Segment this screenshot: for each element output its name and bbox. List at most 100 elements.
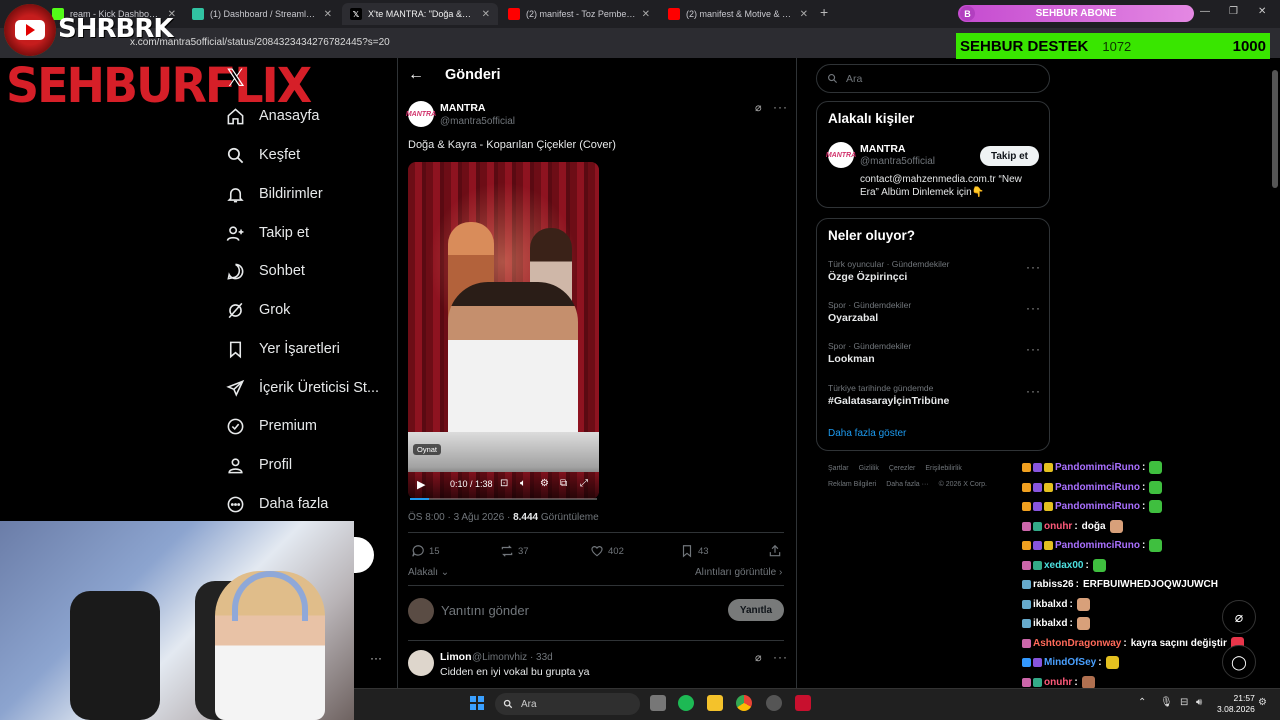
streaming-app-icon[interactable] bbox=[795, 695, 811, 711]
trend-name[interactable]: Lookman bbox=[828, 353, 875, 365]
fullscreen-icon[interactable]: ⤢ bbox=[580, 478, 588, 489]
video-time: 0:10 / 1:38 bbox=[450, 479, 493, 489]
avatar[interactable] bbox=[408, 650, 434, 676]
browser-tab-streamlabs[interactable]: (1) Dashboard / Streamlabs ✕ bbox=[184, 3, 340, 25]
reply-submit-button[interactable]: Yanıtla bbox=[728, 599, 784, 621]
settings-icon[interactable]: ⚙︎ bbox=[540, 478, 549, 489]
more-options-icon[interactable]: ··· bbox=[1026, 342, 1041, 356]
person-bio: contact@mahzenmedia.com.tr “New Era” Alb… bbox=[860, 174, 1022, 198]
nav-item-premium[interactable]: Premium bbox=[226, 412, 317, 440]
nav-item-explore[interactable]: Keşfet bbox=[226, 141, 300, 169]
browser-tab-x-post[interactable]: 𝕏 X'te MANTRA: "Doğa &amp; Ka ✕ bbox=[342, 3, 498, 25]
nav-item-follow[interactable]: Takip et bbox=[226, 219, 309, 247]
show-more-link[interactable]: Daha fazla göster bbox=[828, 428, 906, 439]
grok-icon[interactable]: ⌀ bbox=[1222, 600, 1256, 634]
microphone-icon[interactable]: 🎙︎ bbox=[1160, 697, 1173, 708]
person-name[interactable]: MANTRA bbox=[860, 143, 906, 155]
nav-label: Grok bbox=[259, 302, 291, 318]
sort-dropdown[interactable]: Alakalı ⌄ bbox=[408, 567, 449, 578]
file-explorer-icon[interactable] bbox=[707, 695, 723, 711]
chat-username: PandomimciRuno bbox=[1055, 481, 1141, 493]
nav-item-notifications[interactable]: Bildirimler bbox=[226, 180, 323, 208]
more-options-icon[interactable]: ··· bbox=[1026, 301, 1041, 315]
comment-author-name[interactable]: Limon bbox=[440, 651, 472, 663]
close-icon[interactable]: ✕ bbox=[482, 9, 490, 20]
grok-icon bbox=[228, 302, 243, 318]
trend-name[interactable]: #GalatasarayİçinTribüne bbox=[828, 395, 949, 407]
volume-icon[interactable]: 🔊︎ bbox=[1196, 697, 1202, 708]
trend-name[interactable]: Özge Özpirinçci bbox=[828, 271, 907, 283]
nav-item-chat[interactable]: Sohbet bbox=[226, 257, 305, 285]
webcam-frame bbox=[80, 576, 180, 720]
more-options-icon[interactable]: ··· bbox=[773, 100, 788, 114]
chevron-up-icon[interactable]: ⌃ bbox=[1138, 697, 1146, 708]
close-icon[interactable]: ✕ bbox=[642, 9, 650, 20]
footer-link[interactable]: Gizlilik bbox=[859, 465, 879, 472]
view-quotes-link[interactable]: Alıntıları görüntüle › bbox=[695, 567, 782, 578]
follow-button[interactable]: Takip et bbox=[980, 146, 1039, 166]
person-handle[interactable]: @mantra5official bbox=[860, 156, 935, 167]
nav-item-more[interactable]: Daha fazla bbox=[226, 490, 328, 518]
trend-name[interactable]: Oyarzabal bbox=[828, 312, 878, 324]
windows-start-icon[interactable] bbox=[470, 696, 484, 710]
post-author-name[interactable]: MANTRA bbox=[440, 102, 486, 114]
video-progress-bar[interactable] bbox=[410, 498, 597, 500]
chrome-icon[interactable] bbox=[736, 695, 752, 711]
post-button[interactable] bbox=[354, 537, 374, 573]
tab-title: (2) manifest - Toz Pembe | Rolle bbox=[526, 9, 636, 19]
task-view-icon[interactable] bbox=[650, 695, 666, 711]
grok-icon[interactable]: ⌀ bbox=[755, 651, 762, 664]
taskbar-clock[interactable]: 21:57 3.08.2026 bbox=[1217, 693, 1255, 715]
x-logo-icon[interactable]: 𝕏 bbox=[226, 64, 245, 92]
more-options-icon[interactable]: ··· bbox=[1026, 260, 1041, 274]
close-icon[interactable]: ✕ bbox=[800, 9, 808, 20]
footer-link[interactable]: Çerezler bbox=[889, 465, 915, 472]
avatar[interactable]: MANTRA bbox=[406, 101, 436, 127]
footer-link[interactable]: Reklam Bilgileri bbox=[828, 481, 876, 488]
notification-icon[interactable]: ⚙︎ bbox=[1258, 697, 1267, 708]
repost-button[interactable]: 37 bbox=[500, 544, 529, 558]
chat-badge-icon bbox=[1022, 502, 1031, 511]
chat-icon[interactable]: ◯ bbox=[1222, 645, 1256, 679]
nav-item-bookmarks[interactable]: Yer İşaretleri bbox=[226, 335, 340, 363]
footer-link[interactable]: Daha fazla ··· bbox=[886, 481, 928, 488]
nav-item-home[interactable]: Anasayfa bbox=[226, 102, 319, 130]
network-icon[interactable]: ⊟ bbox=[1180, 697, 1188, 708]
reply-input[interactable]: Yanıtını gönder bbox=[441, 603, 529, 618]
captions-icon[interactable]: ⊡ bbox=[500, 478, 508, 489]
obs-icon[interactable] bbox=[766, 695, 782, 711]
browser-tab-youtube-1[interactable]: (2) manifest - Toz Pembe | Rolle ✕ bbox=[500, 3, 658, 25]
taskbar-search[interactable]: Ara bbox=[495, 693, 640, 715]
close-icon[interactable]: ✕ bbox=[324, 9, 332, 20]
back-arrow-icon[interactable]: ← bbox=[408, 66, 424, 84]
search-input[interactable]: Ara bbox=[816, 64, 1050, 93]
more-options-icon[interactable]: ··· bbox=[773, 650, 788, 664]
pip-icon[interactable]: ⧉ bbox=[560, 478, 567, 489]
nav-item-profile[interactable]: Profil bbox=[226, 451, 292, 479]
grok-icon[interactable]: ⌀ bbox=[755, 101, 762, 114]
new-tab-icon[interactable]: + bbox=[820, 4, 828, 20]
nav-item-grok[interactable]: Grok bbox=[226, 296, 290, 324]
maximize-icon[interactable]: ❐ bbox=[1229, 6, 1238, 17]
share-button[interactable] bbox=[768, 544, 782, 558]
scrollbar-thumb[interactable] bbox=[1272, 70, 1278, 188]
footer-link[interactable]: Erişilebilirlik bbox=[925, 465, 962, 472]
bookmark-button[interactable]: 43 bbox=[680, 544, 709, 558]
nav-item-creator-studio[interactable]: İçerik Üreticisi St... bbox=[226, 374, 379, 402]
spotify-icon[interactable] bbox=[678, 695, 694, 711]
post-author-handle[interactable]: @mantra5official bbox=[440, 116, 515, 127]
more-options-icon[interactable]: ··· bbox=[1026, 384, 1041, 398]
footer-link[interactable]: Şartlar bbox=[828, 465, 849, 472]
scrollbar[interactable] bbox=[1271, 60, 1279, 190]
chat-badge-icon bbox=[1033, 502, 1042, 511]
reply-button[interactable]: 15 bbox=[411, 544, 440, 558]
window-close-icon[interactable]: ✕ bbox=[1258, 6, 1266, 17]
volume-icon[interactable]: 🔈︎ bbox=[520, 478, 526, 489]
rocket-icon bbox=[226, 379, 245, 397]
browser-tab-youtube-2[interactable]: (2) manifest & Motive & Pange ✕ bbox=[660, 3, 816, 25]
more-options-icon[interactable]: ··· bbox=[370, 651, 382, 665]
like-button[interactable]: 402 bbox=[590, 544, 624, 558]
minimize-icon[interactable]: — bbox=[1200, 6, 1210, 17]
play-icon[interactable]: ▶ bbox=[417, 478, 425, 491]
avatar[interactable]: MANTRA bbox=[826, 142, 856, 168]
